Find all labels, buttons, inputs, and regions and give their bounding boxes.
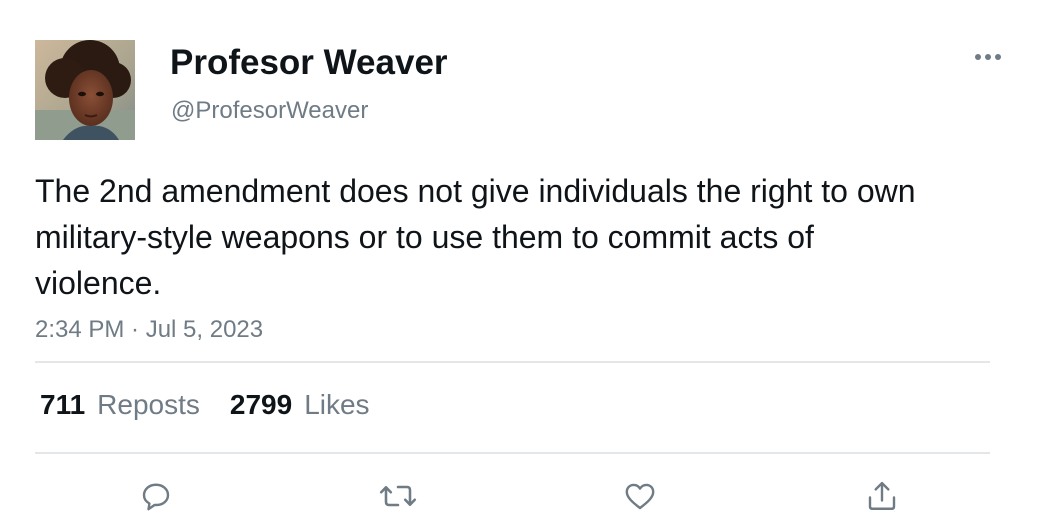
reposts-label: Reposts [97, 389, 200, 420]
author-handle[interactable]: @ProfesorWeaver [171, 96, 368, 126]
likes-label: Likes [304, 389, 370, 420]
repost-icon [379, 485, 417, 507]
more-options-button[interactable] [968, 42, 1008, 72]
likes-stat[interactable]: 2799 Likes [230, 387, 370, 423]
author-display-name[interactable]: Profesor Weaver [170, 42, 448, 84]
like-button[interactable] [618, 474, 662, 518]
profile-photo [35, 40, 135, 140]
share-icon [868, 481, 896, 510]
reposts-count: 711 [40, 389, 86, 420]
tweet-card: Profesor Weaver @ProfesorWeaver The 2nd … [0, 0, 1050, 525]
share-button[interactable] [860, 474, 904, 518]
divider [35, 452, 990, 454]
likes-count: 2799 [229, 389, 293, 420]
tweet-timestamp[interactable]: 2:34 PM · Jul 5, 2023 [35, 315, 263, 345]
reply-button[interactable] [134, 474, 178, 518]
avatar[interactable] [35, 40, 135, 140]
like-icon [625, 483, 655, 510]
repost-button[interactable] [376, 474, 420, 518]
divider [35, 361, 990, 363]
reposts-stat[interactable]: 711 Reposts [40, 387, 200, 423]
tweet-stats: 711 Reposts 2799 Likes [40, 387, 400, 423]
more-horizontal-icon [975, 54, 1001, 60]
tweet-text: The 2nd amendment does not give individu… [35, 173, 916, 301]
reply-icon [142, 483, 170, 511]
